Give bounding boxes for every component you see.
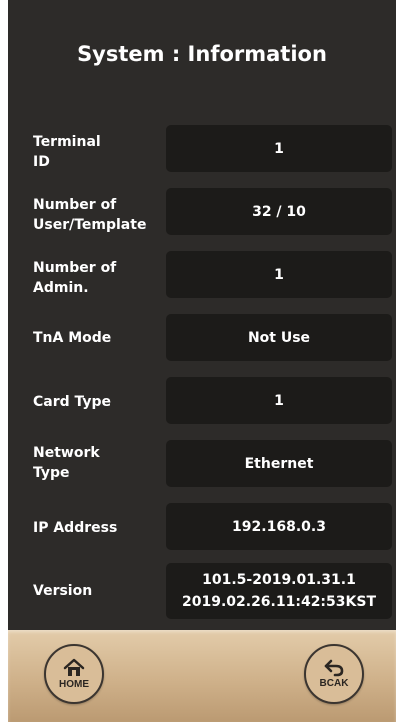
user-template-value: 32 / 10 — [166, 188, 392, 235]
version-value: 101.5-2019.01.31.1 2019.02.26.11:42:53KS… — [166, 563, 392, 619]
row-label: Number of User/Template — [33, 197, 147, 233]
row-label: IP Address — [33, 520, 118, 536]
home-icon — [63, 658, 85, 678]
row-label: Number of Admin. — [33, 260, 117, 296]
home-button[interactable]: HOME — [44, 644, 104, 704]
back-button[interactable]: BCAK — [304, 644, 364, 704]
back-label: BCAK — [319, 678, 349, 689]
row-label: TnA Mode — [33, 330, 112, 346]
card-type-value: 1 — [166, 377, 392, 424]
row-label: Card Type — [33, 394, 112, 410]
row-label: Terminal ID — [33, 134, 101, 170]
back-arrow-icon — [323, 659, 345, 677]
row-label: Version — [33, 583, 93, 599]
ip-address-value: 192.168.0.3 — [166, 503, 392, 550]
footer-bar: HOME BCAK — [8, 630, 396, 722]
page-title: System : Information — [77, 42, 327, 66]
network-type-value: Ethernet — [166, 440, 392, 487]
home-label: HOME — [59, 679, 89, 690]
tna-mode-value: Not Use — [166, 314, 392, 361]
device-screen: System : Information Terminal ID 1 Numbe… — [8, 0, 396, 722]
row-label: Network Type — [33, 445, 100, 481]
terminal-id-value: 1 — [166, 125, 392, 172]
admin-count-value: 1 — [166, 251, 392, 298]
